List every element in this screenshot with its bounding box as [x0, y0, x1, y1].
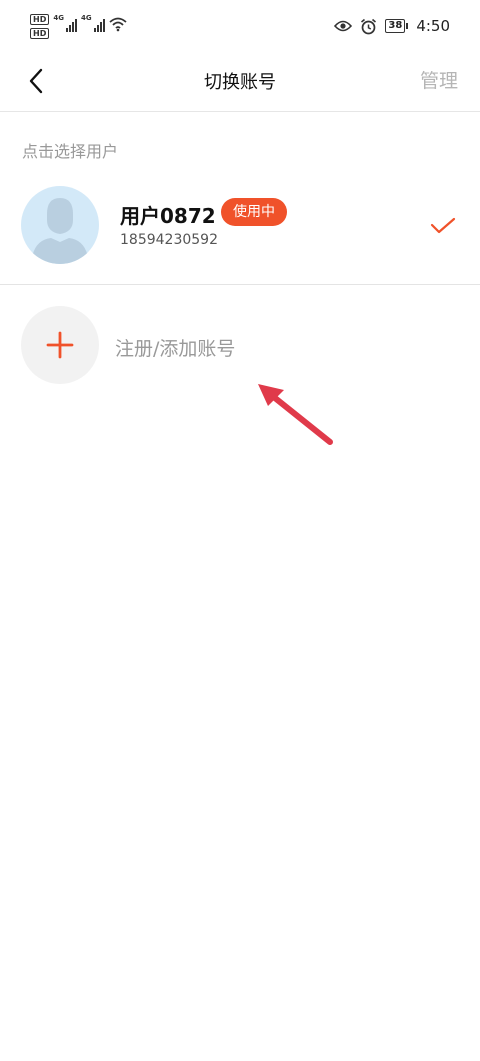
status-bar: HD HD 4G 4G 38 4:50	[0, 0, 480, 56]
default-avatar-icon	[31, 198, 89, 264]
account-item[interactable]: 用户0872 使用中 18594230592	[0, 182, 480, 268]
divider	[0, 284, 480, 285]
signal-1-icon: 4G	[53, 14, 77, 32]
network-type-1: 4G	[53, 14, 64, 22]
status-time: 4:50	[416, 17, 450, 35]
hd-badges: HD HD	[30, 14, 50, 39]
switch-account-screen: HD HD 4G 4G 38 4:50 切换账号 管理 点击选择用户 用户087…	[0, 0, 480, 1061]
battery-icon: 38	[385, 19, 409, 33]
hd-badge-2: HD	[30, 28, 50, 39]
eye-icon	[334, 20, 353, 32]
add-account-label: 注册/添加账号	[115, 338, 236, 360]
signal-2-icon: 4G	[81, 14, 105, 32]
annotation-arrow-icon	[258, 384, 333, 445]
add-account-button[interactable]: 注册/添加账号	[0, 306, 480, 386]
plus-icon	[46, 331, 74, 359]
in-use-badge: 使用中	[221, 198, 287, 226]
status-left: HD HD 4G 4G	[30, 14, 127, 39]
page-title: 切换账号	[204, 72, 276, 93]
hd-badge-1: HD	[30, 14, 50, 25]
section-label: 点击选择用户	[22, 142, 119, 161]
alarm-icon	[361, 18, 377, 34]
add-account-circle	[21, 306, 99, 384]
check-icon	[430, 217, 456, 234]
user-phone: 18594230592	[120, 232, 218, 248]
wifi-icon	[109, 17, 127, 32]
battery-level: 38	[385, 19, 406, 33]
user-name: 用户0872	[120, 204, 216, 228]
avatar	[21, 186, 99, 264]
status-right: 38 4:50	[334, 17, 450, 35]
network-type-2: 4G	[80, 14, 92, 22]
nav-bar: 切换账号 管理	[0, 56, 480, 112]
manage-button[interactable]: 管理	[420, 66, 458, 93]
